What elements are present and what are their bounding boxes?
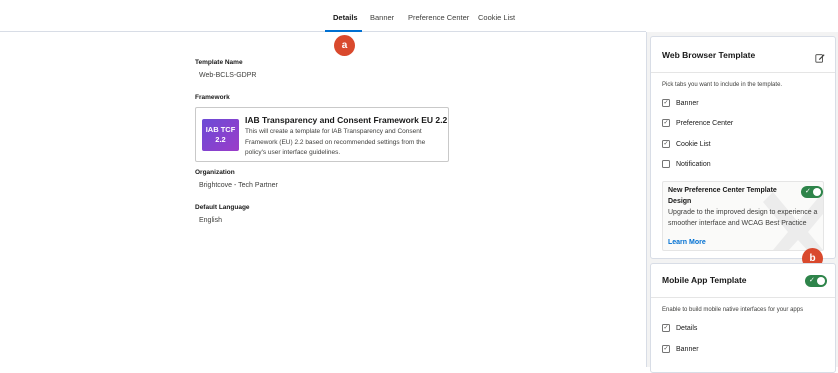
upgrade-description: Upgrade to the improved design to experi… [668, 209, 818, 227]
preference-center-upgrade-box: New Preference Center Template Design Up… [662, 181, 824, 251]
tab-banner[interactable]: Banner [370, 13, 394, 22]
edit-icon[interactable] [815, 53, 825, 63]
new-design-toggle[interactable]: ✓ [801, 186, 823, 198]
tab-details[interactable]: Details [333, 13, 358, 22]
mobile-app-template-card: Mobile App Template ✓ Enable to build mo… [650, 263, 836, 373]
toggle-knob [813, 188, 821, 196]
tab-bar: Details Banner Preference Center Cookie … [0, 0, 646, 32]
checkbox-cookie-list[interactable]: ✓ Cookie List [662, 139, 711, 149]
tab-preference-center[interactable]: Preference Center [408, 13, 469, 22]
checkbox-notification[interactable]: Notification [662, 159, 711, 169]
organization-label: Organization [195, 169, 235, 176]
web-browser-template-card: Web Browser Template Pick tabs you want … [650, 36, 836, 259]
card-divider [651, 297, 835, 298]
checkbox-checked-icon[interactable]: ✓ [662, 140, 670, 148]
template-name-value: Web-BCLS-GDPR [199, 72, 257, 79]
checkbox-details[interactable]: ✓ Details [662, 323, 697, 333]
default-language-label: Default Language [195, 204, 250, 211]
checkbox-unchecked-icon[interactable] [662, 160, 670, 168]
active-tab-indicator [325, 30, 362, 32]
framework-label: Framework [195, 94, 230, 101]
checkbox-banner[interactable]: ✓ Banner [662, 98, 699, 108]
checkbox-mobile-banner[interactable]: ✓ Banner [662, 344, 699, 354]
checkbox-checked-icon[interactable]: ✓ [662, 345, 670, 353]
checkbox-preference-center[interactable]: ✓ Preference Center [662, 118, 733, 128]
iab-tcf-logo: IAB TCF 2.2 [202, 119, 239, 151]
framework-card[interactable]: IAB TCF 2.2 IAB Transparency and Consent… [195, 107, 449, 162]
check-icon: ✓ [809, 277, 815, 284]
web-browser-template-title: Web Browser Template [662, 50, 756, 60]
mobile-app-template-description: Enable to build mobile native interfaces… [662, 307, 804, 313]
learn-more-link[interactable]: Learn More [668, 239, 706, 246]
card-divider [651, 72, 835, 73]
framework-title: IAB Transparency and Consent Framework E… [245, 115, 448, 125]
mobile-app-template-toggle[interactable]: ✓ [805, 275, 827, 287]
upgrade-title: New Preference Center Template Design [668, 187, 777, 205]
template-name-label: Template Name [195, 59, 243, 66]
callout-marker-a: a [334, 35, 355, 56]
organization-value: Brightcove - Tech Partner [199, 182, 278, 189]
toggle-knob [817, 277, 825, 285]
checkbox-checked-icon[interactable]: ✓ [662, 324, 670, 332]
mobile-app-template-title: Mobile App Template [662, 275, 747, 285]
framework-description: This will create a template for IAB Tran… [245, 128, 426, 156]
default-language-value: English [199, 217, 222, 224]
check-icon: ✓ [805, 188, 811, 195]
checkbox-checked-icon[interactable]: ✓ [662, 99, 670, 107]
web-browser-template-description: Pick tabs you want to include in the tem… [662, 82, 783, 88]
checkbox-checked-icon[interactable]: ✓ [662, 119, 670, 127]
tab-cookie-list[interactable]: Cookie List [478, 13, 515, 22]
